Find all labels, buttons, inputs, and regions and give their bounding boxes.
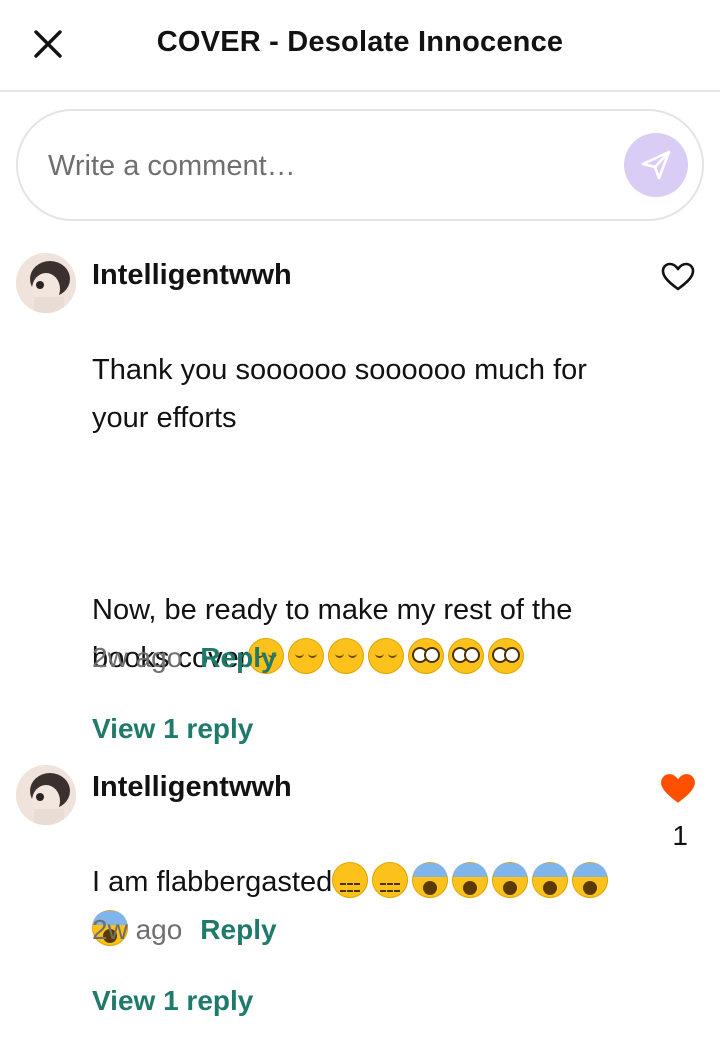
relieved-emoji-icon	[288, 638, 325, 674]
comment-username[interactable]: Intelligentwwh	[92, 259, 292, 292]
comment-input[interactable]	[48, 141, 608, 191]
like-button[interactable]	[658, 769, 698, 809]
emoji-group	[248, 638, 528, 674]
comment-time: 2w ago	[92, 914, 183, 945]
avatar-image	[16, 253, 76, 313]
scream-emoji-icon	[572, 862, 609, 898]
avatar[interactable]	[16, 765, 76, 825]
top-bar: COVER - Desolate Innocence	[0, 0, 720, 92]
view-replies-link[interactable]: View 1 reply	[92, 985, 253, 1017]
send-icon	[641, 150, 671, 180]
reply-button[interactable]: Reply	[200, 642, 276, 674]
view-replies-link[interactable]: View 1 reply	[92, 713, 253, 745]
like-button[interactable]	[658, 257, 698, 297]
heart-filled-icon	[661, 774, 695, 803]
zipper-emoji-icon	[372, 862, 409, 898]
relieved-emoji-icon	[368, 638, 405, 674]
comment-text: I am flabbergasted	[92, 866, 333, 898]
scream-emoji-icon	[412, 862, 449, 898]
comment-time: 2w ago	[92, 642, 183, 673]
scream-emoji-icon	[492, 862, 529, 898]
heart-outline-icon	[661, 262, 695, 291]
avatar-image	[16, 765, 76, 825]
like-count: 1	[672, 820, 688, 851]
nerd-emoji-icon	[488, 638, 525, 674]
nerd-emoji-icon	[448, 638, 485, 674]
send-button[interactable]	[624, 133, 688, 197]
comment-username[interactable]: Intelligentwwh	[92, 771, 292, 804]
scream-emoji-icon	[452, 862, 489, 898]
scream-emoji-icon	[532, 862, 569, 898]
zipper-emoji-icon	[332, 862, 369, 898]
page-title: COVER - Desolate Innocence	[156, 26, 564, 58]
comment-meta: 2w ago Reply	[92, 642, 277, 674]
comment-text: Thank you soooooo soooooo much for your …	[92, 354, 587, 674]
comment-body: Thank you soooooo soooooo much for your …	[92, 298, 632, 682]
avatar[interactable]	[16, 253, 76, 313]
relieved-emoji-icon	[328, 638, 365, 674]
comment-meta: 2w ago Reply	[92, 914, 277, 946]
nerd-emoji-icon	[408, 638, 445, 674]
comment-composer	[16, 109, 704, 221]
reply-button[interactable]: Reply	[200, 914, 276, 946]
